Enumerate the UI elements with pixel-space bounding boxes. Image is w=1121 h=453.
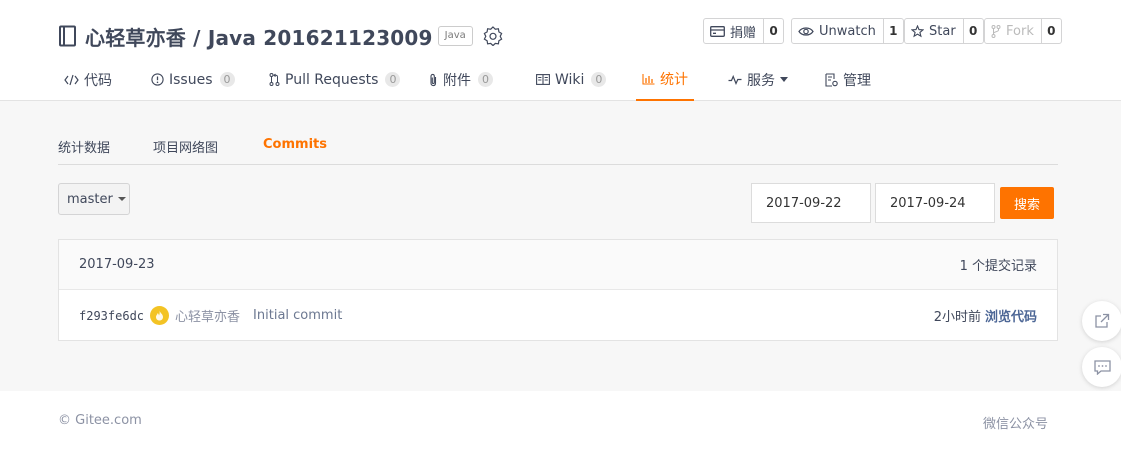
commit-info: f293fe6dc 心轻草亦香 Initial commit <box>79 306 342 325</box>
code-icon <box>64 74 79 85</box>
tab-pull-requests-count: 0 <box>385 72 401 87</box>
eye-icon <box>798 26 814 36</box>
tab-attachments-count: 0 <box>478 72 493 87</box>
settings-doc-icon <box>825 72 838 87</box>
feedback-float-button[interactable] <box>1082 347 1121 387</box>
star-button[interactable]: Star 0 <box>904 18 984 44</box>
repo-header: 心轻草亦香 / Java 201621123009 Java 捐赠 0 Unwa… <box>0 0 1121 101</box>
commit-time: 2小时前 <box>933 310 981 325</box>
commit-day-header: 2017-09-23 1 个提交记录 <box>59 240 1057 290</box>
avatar[interactable] <box>150 306 170 325</box>
commit-message[interactable]: Initial commit <box>253 308 342 323</box>
pull-request-icon <box>269 73 280 86</box>
tab-issues[interactable]: Issues 0 <box>151 58 235 101</box>
caret-down-icon <box>117 197 126 201</box>
unwatch-label: Unwatch <box>819 23 876 39</box>
donate-button[interactable]: 捐赠 0 <box>703 18 785 44</box>
tab-pull-requests-label: Pull Requests <box>285 71 379 88</box>
footer-wechat-title: 微信公众号 <box>983 417 1049 432</box>
chevron-down-icon <box>780 77 788 82</box>
branch-label: master <box>67 191 113 207</box>
language-badge[interactable]: Java <box>437 26 473 46</box>
tab-code[interactable]: 代码 <box>64 58 112 101</box>
tab-services[interactable]: 服务 <box>728 58 788 101</box>
repo-title-bar: 心轻草亦香 / Java 201621123009 Java <box>58 21 503 51</box>
tab-issues-count: 0 <box>219 72 235 87</box>
star-count: 0 <box>962 19 983 43</box>
paperclip-icon <box>430 73 437 86</box>
commit-date: 2017-09-23 <box>79 257 155 272</box>
tab-manage-label: 管理 <box>843 72 871 89</box>
donate-count: 0 <box>763 19 783 43</box>
tab-services-label: 服务 <box>747 72 775 89</box>
tab-pull-requests[interactable]: Pull Requests 0 <box>269 58 401 101</box>
page-footer: © Gitee.com 微信公众号 <box>0 391 1121 453</box>
watch-count: 1 <box>882 19 903 43</box>
tab-wiki-count: 0 <box>591 72 607 87</box>
end-date-input[interactable] <box>875 183 995 223</box>
comment-icon <box>1093 359 1111 375</box>
share-float-button[interactable] <box>1082 301 1121 341</box>
commit-sha[interactable]: f293fe6dc <box>79 309 144 323</box>
commit-summary: 1 个提交记录 <box>959 259 1037 274</box>
tab-code-label: 代码 <box>84 72 112 89</box>
unwatch-button[interactable]: Unwatch 1 <box>791 18 904 44</box>
issue-icon <box>151 73 164 86</box>
tab-attachments[interactable]: 附件 0 <box>429 58 493 101</box>
branch-select[interactable]: master <box>58 183 130 215</box>
wiki-icon <box>536 74 550 85</box>
repo-book-icon <box>59 25 76 47</box>
pulse-icon <box>728 74 742 85</box>
donate-label: 捐赠 <box>730 25 757 41</box>
share-icon <box>1095 313 1110 328</box>
tab-wiki-label: Wiki <box>555 71 585 88</box>
footer-copyright: © Gitee.com <box>58 413 142 428</box>
tab-issues-label: Issues <box>169 71 213 88</box>
subnav-stats-data[interactable]: 统计数据 <box>58 137 110 156</box>
browse-code-link[interactable]: 浏览代码 <box>985 306 1037 325</box>
fork-icon <box>991 24 1001 38</box>
star-icon <box>911 24 924 37</box>
fork-label: Fork <box>1006 23 1034 39</box>
subnav-network-graph[interactable]: 项目网络图 <box>153 137 218 156</box>
flame-icon <box>156 310 164 321</box>
tab-statistics[interactable]: 统计 <box>636 58 694 101</box>
fork-count: 0 <box>1040 19 1061 43</box>
chart-icon <box>642 73 655 85</box>
repo-name[interactable]: 心轻草亦香 / Java 201621123009 <box>85 22 433 51</box>
gvp-badge-icon[interactable] <box>483 26 503 46</box>
search-button[interactable]: 搜索 <box>1000 187 1054 219</box>
start-date-input[interactable] <box>751 183 871 223</box>
star-label: Star <box>929 23 956 39</box>
donate-icon <box>710 25 725 37</box>
tab-statistics-label: 统计 <box>660 71 688 88</box>
commit-author[interactable]: 心轻草亦香 <box>175 306 240 325</box>
tab-attachments-label: 附件 <box>443 72 471 89</box>
commit-list: 2017-09-23 1 个提交记录 f293fe6dc 心轻草亦香 Initi… <box>58 239 1058 341</box>
fork-button[interactable]: Fork 0 <box>984 18 1062 44</box>
tab-wiki[interactable]: Wiki 0 <box>536 58 607 101</box>
commit-row: f293fe6dc 心轻草亦香 Initial commit 2小时前 浏览代码 <box>59 290 1057 341</box>
tab-manage[interactable]: 管理 <box>825 58 871 101</box>
stats-subnav: 统计数据 项目网络图 Commits <box>58 135 1058 165</box>
commit-meta: 2小时前 浏览代码 <box>934 306 1037 325</box>
subnav-commits[interactable]: Commits <box>263 137 327 152</box>
